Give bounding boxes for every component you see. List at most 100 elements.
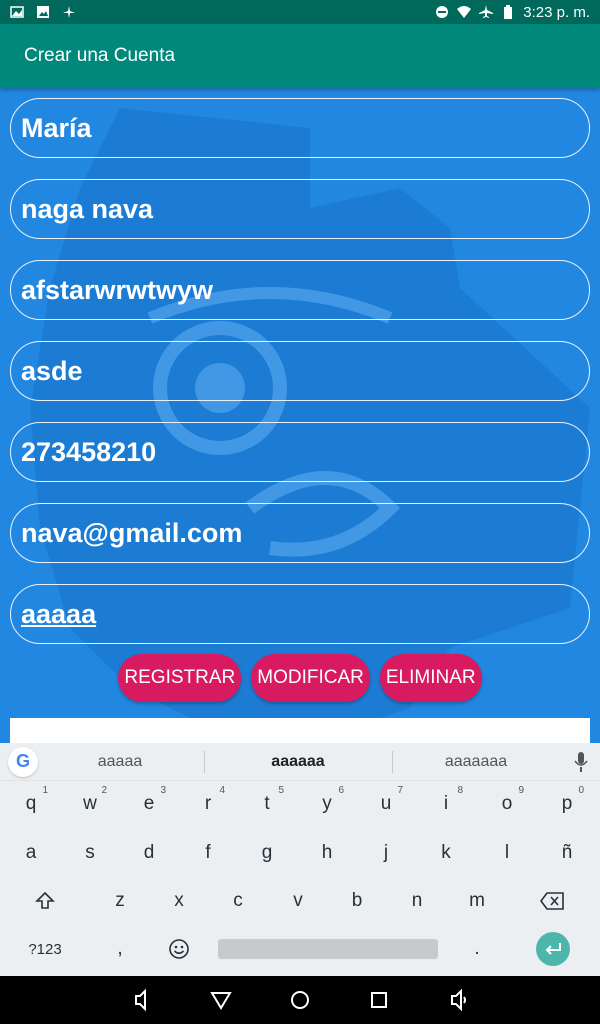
key-e[interactable]: e3 xyxy=(124,781,174,827)
enter-key[interactable] xyxy=(536,932,570,966)
keyboard-row-1: q1 w2 e3 r4 t5 y6 u7 i8 o9 p0 xyxy=(0,781,600,829)
registrar-button[interactable]: REGISTRAR xyxy=(118,654,242,702)
key-hint: 3 xyxy=(160,785,166,796)
key-d[interactable]: d xyxy=(124,830,174,876)
key-t[interactable]: t5 xyxy=(242,781,292,827)
key-hint: 7 xyxy=(397,785,403,796)
recents-icon[interactable] xyxy=(367,988,391,1012)
form-screen: María naga nava afstarwrwtwyw asde 27345… xyxy=(0,88,600,743)
page-title: Crear una Cuenta xyxy=(24,45,176,66)
google-icon[interactable]: G xyxy=(8,746,38,777)
last-name-value: naga nava xyxy=(21,193,154,224)
backspace-icon xyxy=(540,892,564,910)
password-input[interactable]: aaaaa xyxy=(10,584,590,644)
key-a[interactable]: a xyxy=(6,830,56,876)
image-notification-icon xyxy=(37,6,49,18)
key-u[interactable]: u7 xyxy=(361,781,411,827)
key-hint: 9 xyxy=(518,785,524,796)
address-input[interactable]: afstarwrwtwyw xyxy=(10,260,590,320)
emoji-icon xyxy=(169,939,189,959)
key-i[interactable]: i8 xyxy=(421,781,471,827)
key-p[interactable]: p0 xyxy=(542,781,592,827)
suggestion-3[interactable]: aaaaaaa xyxy=(396,743,556,781)
key-q[interactable]: q1 xyxy=(6,781,56,827)
key-label: q xyxy=(25,793,37,814)
city-value: asde xyxy=(21,355,83,386)
key-hint: 1 xyxy=(42,785,48,796)
key-hint: 8 xyxy=(457,785,463,796)
key-z[interactable]: z xyxy=(95,878,145,924)
emoji-key[interactable] xyxy=(154,926,204,972)
key-label: i xyxy=(443,793,449,814)
key-hint: 6 xyxy=(338,785,344,796)
volume-up-icon[interactable] xyxy=(448,988,472,1012)
key-label: t xyxy=(264,793,270,814)
key-g[interactable]: g xyxy=(242,830,292,876)
key-m[interactable]: m xyxy=(452,878,502,924)
key-l[interactable]: l xyxy=(482,830,532,876)
action-buttons: REGISTRAR MODIFICAR ELIMINAR xyxy=(0,654,600,704)
email-input[interactable]: nava@gmail.com xyxy=(10,503,590,563)
key-w[interactable]: w2 xyxy=(65,781,115,827)
eliminar-button[interactable]: ELIMINAR xyxy=(379,654,482,702)
suggestion-2[interactable]: aaaaaa xyxy=(208,743,388,781)
soft-keyboard: G aaaaa aaaaaa aaaaaaa q1 w2 e3 r4 t5 y6… xyxy=(0,743,600,976)
phone-value: 273458210 xyxy=(21,436,157,467)
key-y[interactable]: y6 xyxy=(302,781,352,827)
key-h[interactable]: h xyxy=(302,830,352,876)
suggestion-1[interactable]: aaaaa xyxy=(40,743,200,781)
microphone-icon[interactable] xyxy=(574,751,588,773)
volume-down-icon[interactable] xyxy=(130,988,154,1012)
suggestion-divider xyxy=(392,751,393,773)
home-icon[interactable] xyxy=(288,988,312,1012)
suggestion-divider xyxy=(204,751,205,773)
key-label: w xyxy=(83,793,97,814)
key-n[interactable]: n xyxy=(392,878,442,924)
suggestion-strip: G aaaaa aaaaaa aaaaaaa xyxy=(0,743,600,781)
key-v[interactable]: v xyxy=(273,878,323,924)
backspace-key[interactable] xyxy=(527,878,577,924)
phone-input[interactable]: 273458210 xyxy=(10,422,590,482)
shift-icon xyxy=(35,891,55,909)
key-label: y xyxy=(322,793,332,814)
key-s[interactable]: s xyxy=(65,830,115,876)
address-value: afstarwrwtwyw xyxy=(21,274,214,305)
key-r[interactable]: r4 xyxy=(183,781,233,827)
key-j[interactable]: j xyxy=(361,830,411,876)
key-x[interactable]: x xyxy=(154,878,204,924)
key-o[interactable]: o9 xyxy=(482,781,532,827)
back-icon[interactable] xyxy=(209,988,233,1012)
key-hint: 5 xyxy=(278,785,284,796)
comma-key[interactable]: , xyxy=(95,926,145,972)
key-hint: 4 xyxy=(219,785,225,796)
space-bar[interactable] xyxy=(218,939,438,959)
status-bar: 3:23 p. m. xyxy=(0,0,600,24)
keyboard-row-2: a s d f g h j k l ñ xyxy=(0,830,600,878)
keyboard-row-4: ?123 , . xyxy=(0,926,600,974)
do-not-disturb-icon xyxy=(436,6,449,18)
period-key[interactable]: . xyxy=(452,926,502,972)
airplane-mode-icon xyxy=(479,5,494,18)
key-label: r xyxy=(204,793,212,814)
key-b[interactable]: b xyxy=(332,878,382,924)
email-value: nava@gmail.com xyxy=(21,517,243,548)
key-label: u xyxy=(380,793,392,814)
navigation-bar xyxy=(0,976,600,1024)
key-label: p xyxy=(561,793,573,814)
key-f[interactable]: f xyxy=(183,830,233,876)
key-k[interactable]: k xyxy=(421,830,471,876)
city-input[interactable]: asde xyxy=(10,341,590,401)
app-bar: Crear una Cuenta xyxy=(0,24,600,88)
key-c[interactable]: c xyxy=(213,878,263,924)
plane-notification-icon xyxy=(63,6,75,18)
last-name-input[interactable]: naga nava xyxy=(10,179,590,239)
battery-icon xyxy=(504,5,513,19)
symbols-key[interactable]: ?123 xyxy=(20,926,70,972)
key-label: e xyxy=(143,793,155,814)
key-label: o xyxy=(501,793,513,814)
first-name-input[interactable]: María xyxy=(10,98,590,158)
key-enye[interactable]: ñ xyxy=(542,830,592,876)
results-panel xyxy=(10,718,590,743)
modificar-button[interactable]: MODIFICAR xyxy=(251,654,370,702)
shift-key[interactable] xyxy=(20,878,70,924)
